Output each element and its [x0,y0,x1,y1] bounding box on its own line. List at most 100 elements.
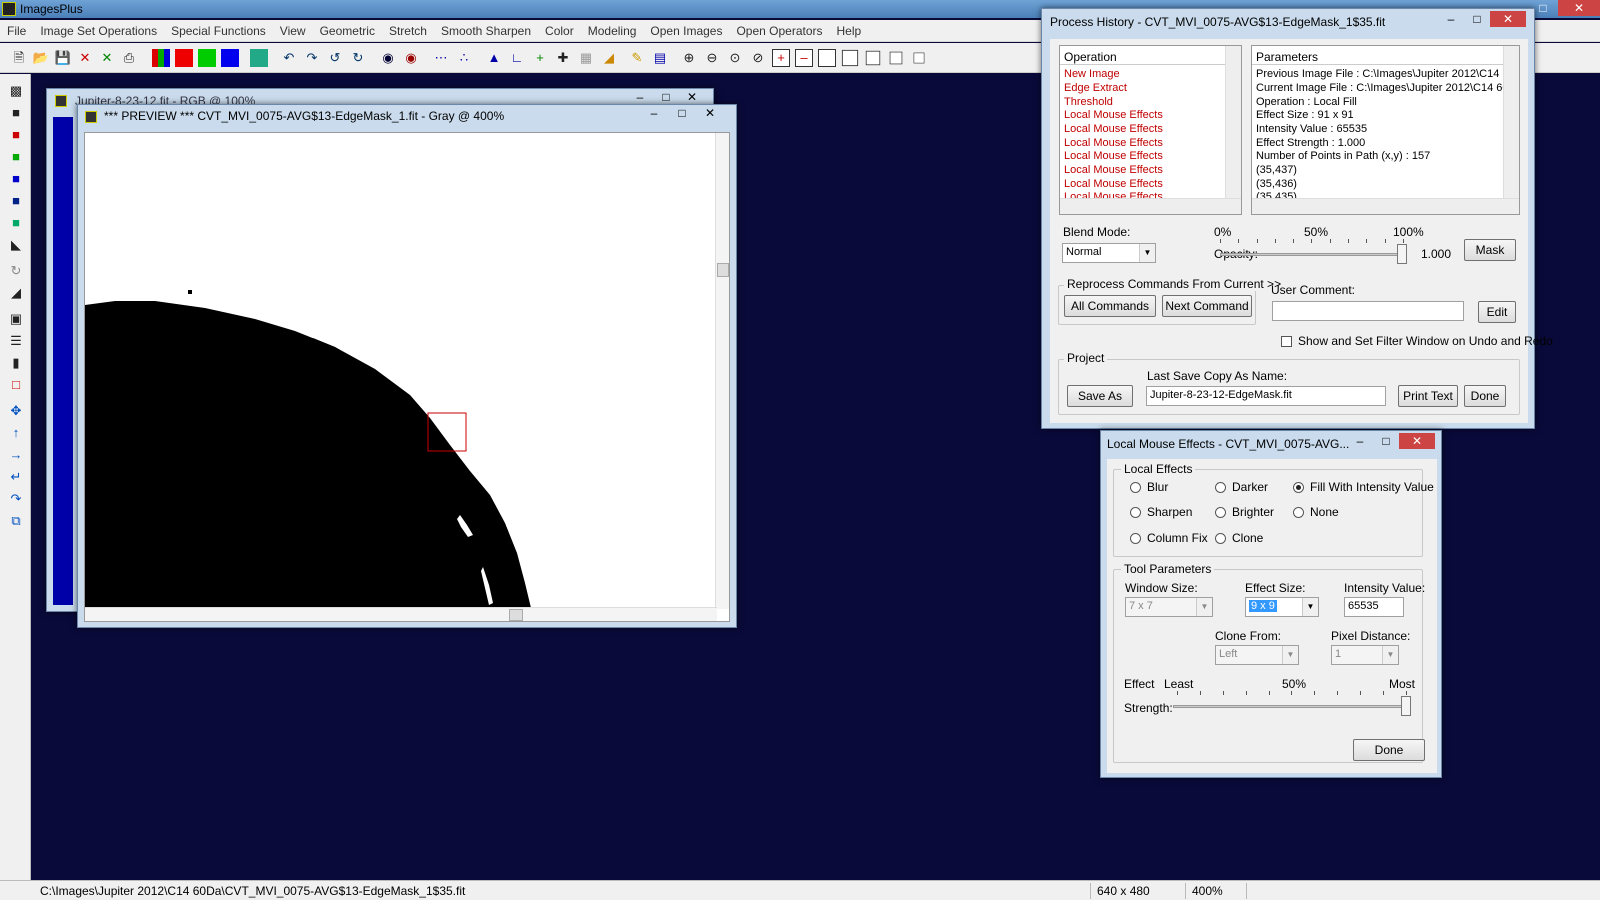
list-item[interactable]: Local Mouse Effects [1064,137,1163,149]
menu-image-set-operations[interactable]: Image Set Operations [33,24,164,38]
edit-button[interactable]: Edit [1478,301,1516,323]
close-icon[interactable]: ✕ [1558,0,1600,16]
close-icon[interactable]: ✕ [679,89,705,105]
dotted-line-icon[interactable]: ⋯ [432,49,450,67]
scroll-thumb[interactable] [717,263,729,277]
histogram-icon[interactable]: ▲ [485,49,503,67]
menu-file[interactable]: File [0,24,33,38]
radio-sharpen[interactable] [1130,507,1141,518]
minimize-icon[interactable]: – [1347,433,1373,449]
chevron-down-icon[interactable]: ▼ [1282,646,1298,664]
undo-icon[interactable]: ↶ [280,49,298,67]
frame-small-icon[interactable] [865,50,881,66]
points-icon[interactable]: ∴ [455,49,473,67]
gradient-tool-icon[interactable]: ▮ [7,354,25,372]
frame-smaller-icon[interactable] [889,51,903,65]
undo-all-icon[interactable]: ↺ [326,49,344,67]
process-history-dialog[interactable]: Process History - CVT_MVI_0075-AVG$13-Ed… [1041,8,1553,429]
pencil-icon[interactable]: ✎ [628,49,646,67]
parameters-horizontal-scrollbar[interactable] [1252,198,1519,214]
minimize-icon[interactable]: – [627,89,653,105]
copy-tool-icon[interactable]: ⧉ [7,512,25,530]
close-icon[interactable]: ✕ [1490,11,1526,27]
curve-icon[interactable]: ∟ [508,49,526,67]
clone-from-select[interactable]: Left ▼ [1215,645,1299,665]
redo-all-icon[interactable]: ↻ [349,49,367,67]
menu-color[interactable]: Color [538,24,581,38]
list-item[interactable]: New Image [1064,68,1120,80]
red-channel-icon[interactable] [175,49,193,67]
list-item[interactable]: Local Mouse Effects [1064,164,1163,176]
list-item[interactable]: Local Mouse Effects [1064,109,1163,121]
effect-size-select[interactable]: 9 x 9 ▼ [1245,597,1319,617]
crosshair-icon[interactable]: ✚ [554,49,572,67]
blend-mode-select[interactable]: Normal ▼ [1062,243,1156,263]
green-tool-icon[interactable]: ■ [7,148,25,166]
chevron-down-icon[interactable]: ▼ [1196,598,1212,616]
minimize-icon[interactable]: – [1438,11,1464,27]
image-viewport[interactable] [84,132,730,622]
edge-mask-image[interactable] [85,133,730,622]
strength-slider-track[interactable] [1173,705,1407,708]
close-image-icon[interactable]: ✕ [76,49,94,67]
radio-fill-intensity[interactable] [1293,482,1304,493]
maximize-icon[interactable]: □ [668,105,696,121]
strength-slider-thumb[interactable] [1401,696,1411,716]
preview-vertical-scrollbar[interactable] [715,133,729,609]
user-comment-input[interactable] [1272,301,1464,321]
list-item[interactable]: Local Mouse Effects [1064,150,1163,162]
luminance-icon[interactable] [250,49,268,67]
last-save-field[interactable]: Jupiter-8-23-12-EdgeMask.fit [1146,386,1386,406]
add-point-icon[interactable]: + [531,49,549,67]
radio-darker[interactable] [1215,482,1226,493]
opacity-slider-thumb[interactable] [1397,244,1407,264]
columns-tool-icon[interactable]: ☰ [7,332,25,350]
radio-clone[interactable] [1215,533,1226,544]
radio-brighter[interactable] [1215,507,1226,518]
blue-channel-icon[interactable] [221,49,239,67]
save-tool-icon[interactable]: ▩ [7,82,25,100]
done-button[interactable]: Done [1353,739,1425,761]
menu-geometric[interactable]: Geometric [313,24,382,38]
menu-smooth-sharpen[interactable]: Smooth Sharpen [434,24,538,38]
zoom-in-icon[interactable]: ⊕ [680,49,698,67]
done-button[interactable]: Done [1464,385,1506,407]
save-as-button[interactable]: Save As [1067,385,1133,407]
crop-tool-icon[interactable]: ▣ [7,310,25,328]
image-icon[interactable]: ◢ [600,49,618,67]
menu-modeling[interactable]: Modeling [581,24,644,38]
operation-list[interactable]: Operation New Image Edge Extract Thresho… [1059,45,1242,215]
slope-tool-icon[interactable]: ◢ [7,284,25,302]
close-all-icon[interactable]: ✕ [98,49,116,67]
minimize-icon[interactable]: – [640,105,668,121]
intensity-value-input[interactable]: 65535 [1344,597,1404,617]
all-commands-button[interactable]: All Commands [1064,295,1156,317]
redo-icon[interactable]: ↷ [303,49,321,67]
frame-smallest-icon[interactable] [913,52,925,64]
menu-stretch[interactable]: Stretch [382,24,434,38]
radio-blur[interactable] [1130,482,1141,493]
list-item[interactable]: Local Mouse Effects [1064,123,1163,135]
invert-tool-icon[interactable]: ◣ [7,236,25,254]
frame-large-icon[interactable] [818,49,836,67]
menu-open-images[interactable]: Open Images [643,24,729,38]
list-item[interactable]: Edge Extract [1064,82,1127,94]
list-item[interactable]: Local Mouse Effects [1064,178,1163,190]
print-icon[interactable]: ⎙ [120,49,138,67]
maximize-icon[interactable]: □ [653,89,679,105]
layer-tool-icon[interactable]: ■ [7,192,25,210]
zoom-fit-icon[interactable]: ⊙ [726,49,744,67]
chevron-down-icon[interactable]: ▼ [1302,598,1318,616]
menu-open-operators[interactable]: Open Operators [729,24,829,38]
opacity-slider-track[interactable] [1220,253,1404,256]
operation-horizontal-scrollbar[interactable] [1060,198,1241,214]
red-tool-icon[interactable]: ■ [7,126,25,144]
chevron-down-icon[interactable]: ▼ [1382,646,1398,664]
menu-special-functions[interactable]: Special Functions [164,24,273,38]
show-filter-checkbox[interactable] [1281,336,1292,347]
window-size-select[interactable]: 7 x 7 ▼ [1125,597,1213,617]
parameters-vertical-scrollbar[interactable] [1503,46,1519,198]
table-icon[interactable]: ▤ [651,49,669,67]
grid-icon[interactable]: ▦ [577,49,595,67]
radio-column-fix[interactable] [1130,533,1141,544]
